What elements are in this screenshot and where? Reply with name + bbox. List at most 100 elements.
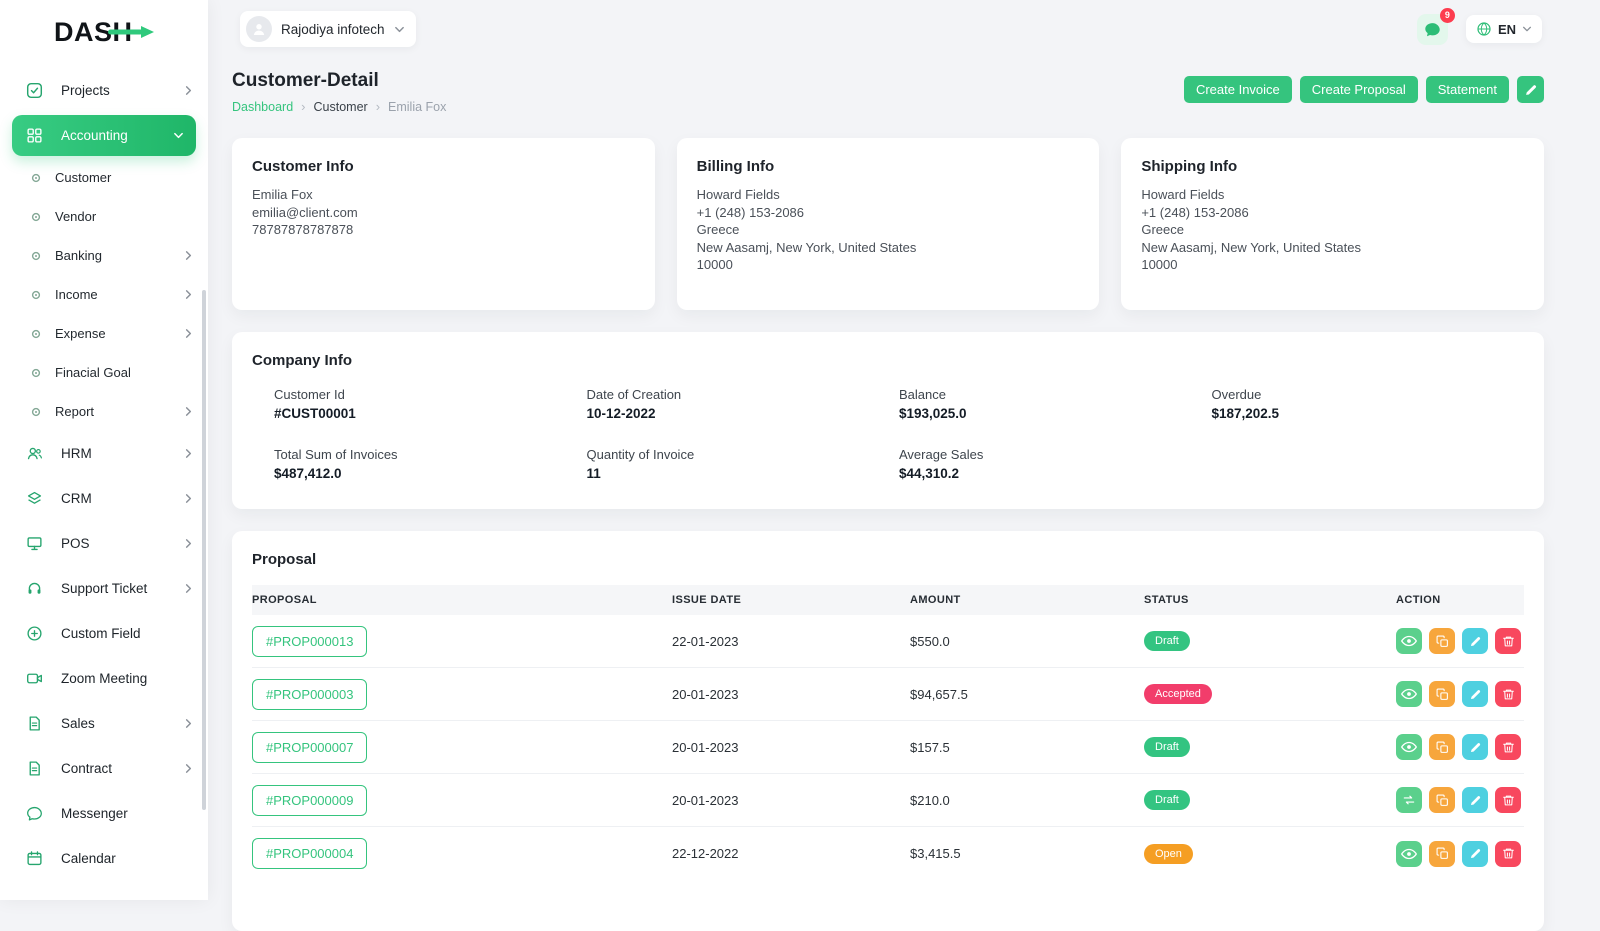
trash-icon [1502, 847, 1515, 860]
sidebar-item-banking[interactable]: Banking [0, 236, 208, 275]
status-badge: Open [1144, 844, 1193, 864]
delete-button[interactable] [1495, 841, 1521, 867]
chevron-right-icon: › [301, 99, 305, 114]
delete-button[interactable] [1495, 628, 1521, 654]
company-selector[interactable]: Rajodiya infotech [240, 11, 416, 47]
delete-button[interactable] [1495, 681, 1521, 707]
sidebar-item-accounting[interactable]: Accounting [12, 115, 196, 156]
row-actions [1396, 628, 1524, 654]
sidebar-item-label: Contract [61, 761, 112, 776]
breadcrumb-dashboard[interactable]: Dashboard [232, 100, 293, 114]
trash-icon [1502, 635, 1515, 648]
proposal-link[interactable]: #PROP000007 [252, 732, 367, 763]
view-button[interactable] [1396, 734, 1422, 760]
sidebar-item-custom-field[interactable]: Custom Field [0, 611, 208, 656]
statement-button[interactable]: Statement [1426, 76, 1509, 103]
amount: $550.0 [910, 634, 1144, 649]
view-button[interactable] [1396, 841, 1422, 867]
sidebar-item-label: Banking [55, 248, 102, 263]
edit-button[interactable] [1462, 734, 1488, 760]
sidebar-item-expense[interactable]: Expense [0, 314, 208, 353]
create-invoice-button[interactable]: Create Invoice [1184, 76, 1292, 103]
edit-button[interactable] [1462, 681, 1488, 707]
card-title: Company Info [232, 352, 1544, 369]
copy-button[interactable] [1429, 681, 1455, 707]
card-title: Shipping Info [1141, 158, 1524, 175]
proposal-link[interactable]: #PROP000009 [252, 785, 367, 816]
edit-button[interactable] [1462, 787, 1488, 813]
issue-date: 20-01-2023 [672, 793, 910, 808]
chevron-right-icon [183, 85, 194, 96]
app-logo[interactable]: DASH [0, 0, 208, 64]
chevron-down-icon [173, 130, 184, 141]
sidebar-item-contract[interactable]: Contract [0, 746, 208, 791]
copy-button[interactable] [1429, 841, 1455, 867]
sidebar-item-crm[interactable]: CRM [0, 476, 208, 521]
copy-button[interactable] [1429, 628, 1455, 654]
trash-icon [1502, 741, 1515, 754]
view-button[interactable] [1396, 681, 1422, 707]
sidebar: DASH Projects Accounting Customer Vendor… [0, 0, 208, 900]
sidebar-item-projects[interactable]: Projects [0, 68, 208, 113]
chevron-down-icon [1522, 24, 1532, 34]
issue-date: 22-01-2023 [672, 634, 910, 649]
pencil-icon [1469, 847, 1482, 860]
edit-button[interactable] [1462, 841, 1488, 867]
sidebar-item-income[interactable]: Income [0, 275, 208, 314]
proposal-link[interactable]: #PROP000013 [252, 626, 367, 657]
sidebar-item-zoom-meeting[interactable]: Zoom Meeting [0, 656, 208, 701]
issue-date: 22-12-2022 [672, 846, 910, 861]
edit-button[interactable] [1462, 628, 1488, 654]
breadcrumb-customer[interactable]: Customer [314, 100, 368, 114]
copy-icon [1436, 635, 1449, 648]
messages-button[interactable]: 9 [1417, 14, 1448, 45]
grid-icon [26, 127, 43, 144]
delete-button[interactable] [1495, 787, 1521, 813]
convert-button[interactable] [1396, 787, 1422, 813]
sidebar-item-sales[interactable]: Sales [0, 701, 208, 746]
eye-icon [1401, 688, 1417, 700]
sidebar-item-support-ticket[interactable]: Support Ticket [0, 566, 208, 611]
message-count-badge: 9 [1440, 8, 1455, 23]
chevron-right-icon [183, 406, 194, 417]
delete-button[interactable] [1495, 734, 1521, 760]
proposal-link[interactable]: #PROP000003 [252, 679, 367, 710]
copy-button[interactable] [1429, 787, 1455, 813]
field-customer-id: Customer Id #CUST00001 [274, 387, 587, 421]
table-row: #PROP000004 22-12-2022 $3,415.5 Open [252, 827, 1524, 880]
row-actions [1396, 787, 1524, 813]
sidebar-item-calendar[interactable]: Calendar [0, 836, 208, 881]
sidebar-item-finacial-goal[interactable]: Finacial Goal [0, 353, 208, 392]
edit-customer-button[interactable] [1517, 76, 1544, 103]
copy-button[interactable] [1429, 734, 1455, 760]
field-label: Quantity of Invoice [587, 447, 900, 462]
sidebar-item-vendor[interactable]: Vendor [0, 197, 208, 236]
globe-icon [1476, 21, 1492, 37]
status-badge: Draft [1144, 737, 1190, 757]
customer-phone: 78787878787878 [252, 221, 635, 239]
eye-icon [1401, 635, 1417, 647]
company-info-card: Company Info Customer Id #CUST00001 Date… [232, 332, 1544, 509]
language-selector[interactable]: EN [1466, 15, 1542, 43]
field-empty [1212, 447, 1525, 481]
field-value: $487,412.0 [274, 466, 587, 481]
sidebar-item-pos[interactable]: POS [0, 521, 208, 566]
sidebar-scrollbar[interactable] [202, 290, 206, 810]
chevron-right-icon [183, 250, 194, 261]
create-proposal-button[interactable]: Create Proposal [1300, 76, 1418, 103]
status-badge: Draft [1144, 790, 1190, 810]
billing-zip: 10000 [697, 256, 1080, 274]
sidebar-item-customer[interactable]: Customer [0, 158, 208, 197]
field-value: $44,310.2 [899, 466, 1212, 481]
customer-name: Emilia Fox [252, 186, 635, 204]
calendar-icon [26, 850, 43, 867]
view-button[interactable] [1396, 628, 1422, 654]
chat-bubble-icon [1424, 21, 1441, 38]
column-header-amount: AMOUNT [910, 594, 1144, 606]
sidebar-item-report[interactable]: Report [0, 392, 208, 431]
sidebar-item-messenger[interactable]: Messenger [0, 791, 208, 836]
proposal-link[interactable]: #PROP000004 [252, 838, 367, 869]
column-header-issue-date: ISSUE DATE [672, 594, 910, 606]
copy-icon [1436, 794, 1449, 807]
sidebar-item-hrm[interactable]: HRM [0, 431, 208, 476]
